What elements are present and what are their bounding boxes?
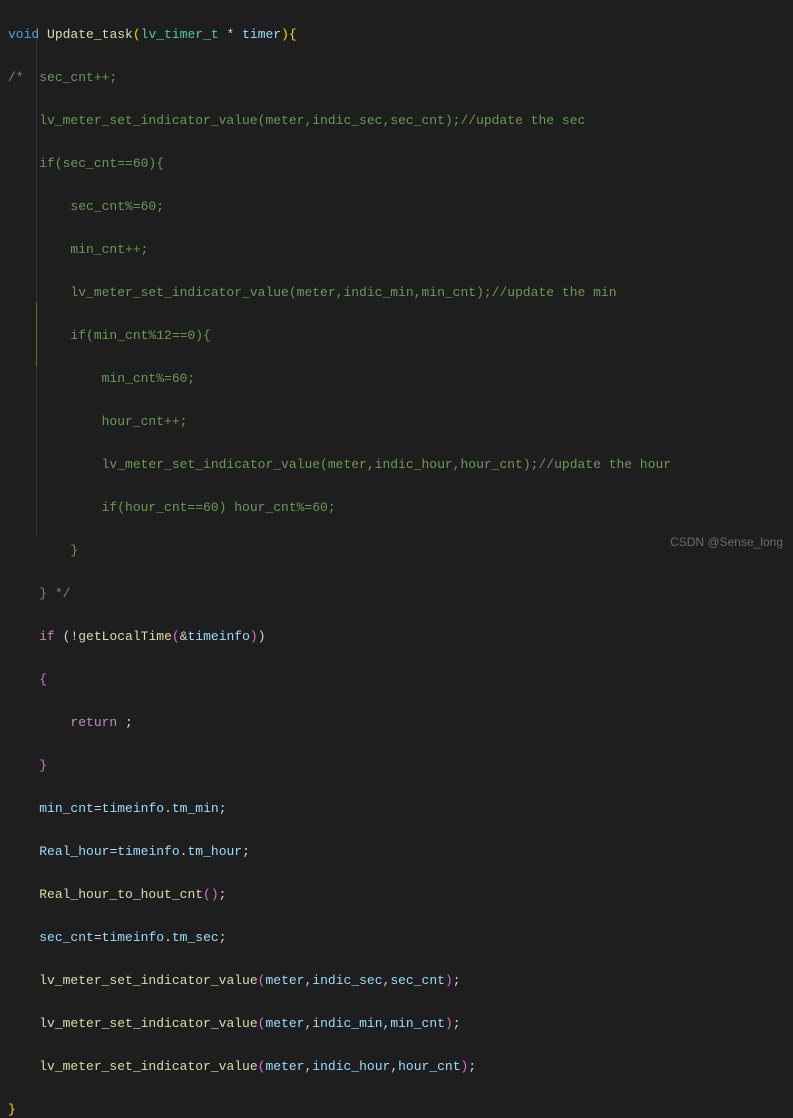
- code-line: {: [8, 669, 785, 691]
- code-line: lv_meter_set_indicator_value(meter,indic…: [8, 1013, 785, 1035]
- code-line: void Update_task(lv_timer_t * timer){: [8, 24, 785, 46]
- code-line: }: [8, 1099, 785, 1118]
- code-line: }: [8, 540, 785, 562]
- code-line: if (!getLocalTime(&timeinfo)): [8, 626, 785, 648]
- code-line: }: [8, 755, 785, 777]
- code-line: /* sec_cnt++;: [8, 67, 785, 89]
- code-line: sec_cnt=timeinfo.tm_sec;: [8, 927, 785, 949]
- code-line: lv_meter_set_indicator_value(meter,indic…: [8, 1056, 785, 1078]
- code-line: return ;: [8, 712, 785, 734]
- code-line: min_cnt=timeinfo.tm_min;: [8, 798, 785, 820]
- code-line: } */: [8, 583, 785, 605]
- code-line: lv_meter_set_indicator_value(meter,indic…: [8, 454, 785, 476]
- code-editor-content[interactable]: void Update_task(lv_timer_t * timer){ /*…: [0, 0, 793, 1118]
- code-line: if(sec_cnt==60){: [8, 153, 785, 175]
- code-line: if(hour_cnt==60) hour_cnt%=60;: [8, 497, 785, 519]
- code-line: Real_hour=timeinfo.tm_hour;: [8, 841, 785, 863]
- code-line: lv_meter_set_indicator_value(meter,indic…: [8, 282, 785, 304]
- code-line: lv_meter_set_indicator_value(meter,indic…: [8, 970, 785, 992]
- code-line: sec_cnt%=60;: [8, 196, 785, 218]
- code-line: hour_cnt++;: [8, 411, 785, 433]
- code-line: lv_meter_set_indicator_value(meter,indic…: [8, 110, 785, 132]
- code-line: Real_hour_to_hout_cnt();: [8, 884, 785, 906]
- code-line: min_cnt%=60;: [8, 368, 785, 390]
- code-line: if(min_cnt%12==0){: [8, 325, 785, 347]
- code-line: min_cnt++;: [8, 239, 785, 261]
